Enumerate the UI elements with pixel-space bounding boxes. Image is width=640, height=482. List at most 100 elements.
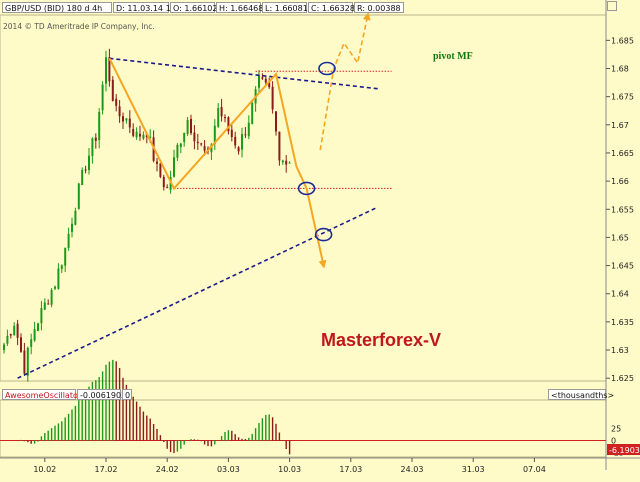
time-tick-label: 31.03 [462, 465, 485, 474]
close-readout: C: 1.66328 [308, 2, 355, 13]
high-readout: H: 1.66468 [216, 2, 263, 13]
price-tick-label: 1.67 [611, 121, 629, 130]
zigzag-line [108, 57, 298, 191]
candle-body [105, 57, 107, 84]
time-tick-label: 10.03 [278, 465, 301, 474]
candle-body [159, 163, 162, 177]
candle-body [115, 98, 118, 106]
candle-body [186, 119, 189, 134]
candle-body [258, 75, 260, 88]
low-readout: L: 1.66081 [262, 2, 308, 13]
candle-body [261, 77, 264, 79]
candle-body [264, 78, 267, 83]
candle-body [60, 265, 63, 269]
candle-body [6, 335, 9, 344]
symbol-label: GBP/USD (BID) 180 d 4h [2, 2, 112, 13]
candle-body [281, 160, 284, 163]
candle-body [54, 286, 56, 289]
candle-body [37, 323, 39, 331]
candle-body [26, 347, 29, 376]
candle-body [224, 117, 226, 119]
time-tick-label: 17.02 [95, 465, 118, 474]
candle-body [234, 136, 237, 146]
candle-body [271, 86, 274, 110]
candle-body [77, 183, 80, 210]
level-marker-circle [318, 61, 336, 76]
candle-body [132, 129, 135, 136]
candle-body [98, 111, 101, 141]
candle-body [179, 143, 182, 148]
candle-body [3, 344, 5, 351]
candle-body [166, 187, 169, 189]
candle-body [193, 132, 196, 142]
candle-body [111, 79, 114, 101]
candle-body [203, 146, 206, 151]
candle-body [220, 107, 223, 117]
candle-body [81, 169, 84, 185]
price-tick-label: 1.64 [611, 290, 629, 299]
candle-body [162, 176, 165, 188]
candle-body [13, 325, 16, 336]
price-tick-label: 1.645 [611, 262, 634, 271]
price-tick-label: 1.63 [611, 346, 629, 355]
candle-body [118, 106, 121, 117]
price-tick-label: 1.655 [611, 205, 634, 214]
candle-body [122, 116, 124, 122]
candle-body [244, 134, 247, 136]
candle-body [251, 102, 254, 124]
oscillator-units: <thousandths> [548, 389, 614, 400]
oscillator-current-value: -6.1903 [609, 446, 640, 455]
candle-body [247, 122, 250, 137]
candle-body [33, 328, 36, 341]
candle-body [135, 131, 138, 138]
candle-body [47, 303, 50, 305]
price-panel-frame [0, 14, 607, 382]
candle-body [43, 302, 46, 310]
candle-body [9, 333, 12, 336]
pivot-label: pivot MF [433, 51, 473, 62]
candle-body [275, 111, 277, 132]
oscillator-tick-label: 25 [611, 425, 621, 434]
candle-body [57, 268, 60, 289]
time-tick-label: 10.02 [33, 465, 56, 474]
candle-body [30, 339, 33, 347]
chart-root: 1.685 1.68 1.675 1.67 1.665 1.66 1.655 1.65 1.64… [0, 0, 640, 480]
candle-body [230, 129, 233, 138]
candle-body [200, 143, 203, 145]
candle-body [217, 107, 220, 127]
candles-group [3, 48, 291, 382]
date-readout: D: 11.03.14 15:00 [113, 2, 189, 13]
time-tick-label: 24.03 [401, 465, 424, 474]
time-tick-label: 07.04 [523, 465, 546, 474]
candle-body [139, 133, 141, 137]
chart-menu-button[interactable] [607, 1, 617, 11]
copyright-text: 2014 © TD Ameritrade IP Company, Inc. [3, 22, 155, 31]
range-readout: R: 0.00388 [354, 2, 404, 13]
time-tick-label: 24.02 [156, 465, 179, 474]
oscillator-value: -0.0061903 [77, 389, 126, 400]
candle-body [156, 161, 158, 164]
time-tick-label: 17.03 [339, 465, 362, 474]
price-tick-label: 1.65 [611, 233, 629, 242]
candle-body [128, 118, 131, 128]
candle-body [67, 233, 70, 248]
price-tick-label: 1.68 [611, 64, 629, 73]
candle-body [23, 350, 26, 374]
candle-body [241, 134, 243, 150]
projection-down-arrow [295, 166, 327, 269]
candle-body [91, 138, 94, 157]
candle-body [50, 289, 53, 305]
price-tick-label: 1.66 [611, 177, 629, 186]
price-tick-label: 1.635 [611, 318, 634, 327]
oscillator-panel-frame [0, 399, 607, 458]
candle-body [40, 308, 43, 324]
open-readout: O: 1.66102 [170, 2, 217, 13]
candle-body [20, 337, 22, 352]
chart-svg: 1.685 1.68 1.675 1.67 1.665 1.66 1.655 1.65 1.64… [0, 0, 640, 474]
candle-body [278, 131, 281, 161]
candle-body [142, 134, 145, 139]
candle-body [16, 323, 19, 338]
candle-body [88, 155, 90, 171]
candle-body [125, 118, 128, 121]
candle-body [71, 223, 73, 232]
